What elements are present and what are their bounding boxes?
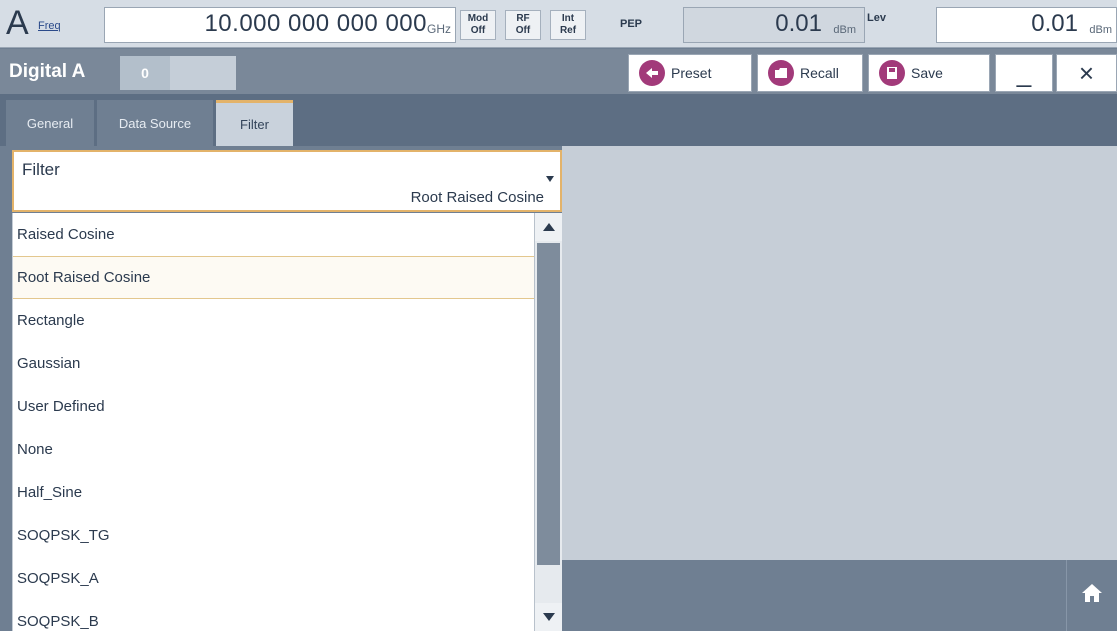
title-field-value[interactable]: 0 (120, 56, 170, 90)
mod-off-badge[interactable]: Mod Off (460, 10, 496, 40)
filter-options-list: Raised Cosine Root Raised Cosine Rectang… (12, 213, 534, 631)
ref-badge-line1: Int (561, 13, 575, 24)
list-item[interactable]: Half_Sine (13, 471, 534, 514)
mod-badge-line1: Mod (467, 13, 489, 24)
preset-button[interactable]: Preset (628, 54, 752, 92)
arrow-up-icon (542, 223, 555, 231)
content-area (562, 146, 1117, 560)
list-item-selected[interactable]: Root Raised Cosine (13, 256, 534, 299)
app-window: A Freq 10.000 000 000 000 GHz Mod Off RF… (0, 0, 1117, 631)
pep-unit: dBm (833, 24, 856, 36)
bottom-bar (562, 560, 1117, 631)
rf-badge-line2: Off (515, 25, 531, 36)
tab-data-source[interactable]: Data Source (97, 100, 213, 146)
list-item[interactable]: SOQPSK_A (13, 557, 534, 600)
rf-off-badge[interactable]: RF Off (505, 10, 541, 40)
preset-label: Preset (671, 65, 712, 81)
frequency-field[interactable]: 10.000 000 000 000 GHz (104, 7, 456, 43)
list-item[interactable]: User Defined (13, 385, 534, 428)
save-icon (879, 60, 905, 86)
list-item[interactable]: SOQPSK_B (13, 600, 534, 631)
arrow-down-icon (542, 613, 555, 621)
list-item[interactable]: Raised Cosine (13, 213, 534, 256)
freq-label-link[interactable]: Freq (38, 20, 61, 32)
chevron-down-icon (546, 176, 554, 182)
rf-badge-line1: RF (516, 13, 530, 24)
pep-label: PEP (620, 18, 643, 30)
minimize-button[interactable]: _ (995, 54, 1053, 92)
recall-icon (768, 60, 794, 86)
save-button[interactable]: Save (868, 54, 990, 92)
level-value: 0.01 (1031, 10, 1078, 37)
scroll-up-button[interactable] (535, 213, 562, 241)
list-item[interactable]: Rectangle (13, 299, 534, 342)
filter-selected-value: Root Raised Cosine (410, 189, 544, 206)
tab-general[interactable]: General (6, 100, 94, 146)
channel-letter: A (6, 4, 29, 42)
int-ref-badge[interactable]: Int Ref (550, 10, 586, 40)
save-label: Save (911, 65, 943, 81)
dialog-title: Digital A (9, 61, 86, 82)
pep-value: 0.01 (775, 10, 822, 37)
frequency-unit: GHz (427, 22, 451, 36)
frequency-value: 10.000 000 000 000 (204, 10, 427, 37)
scroll-thumb[interactable] (537, 243, 560, 565)
mod-badge-line2: Off (470, 25, 486, 36)
tab-filter[interactable]: Filter (216, 100, 293, 146)
lev-label: Lev (867, 12, 886, 24)
status-bar: A Freq 10.000 000 000 000 GHz Mod Off RF… (0, 0, 1117, 48)
preset-icon (639, 60, 665, 86)
home-button[interactable] (1066, 560, 1117, 631)
list-item[interactable]: Gaussian (13, 342, 534, 385)
home-icon (1081, 582, 1103, 609)
pep-display: 0.01 dBm (683, 7, 865, 43)
scroll-down-button[interactable] (535, 603, 562, 631)
recall-label: Recall (800, 65, 839, 81)
level-unit: dBm (1089, 24, 1112, 36)
list-item[interactable]: None (13, 428, 534, 471)
close-button[interactable]: × (1056, 54, 1117, 92)
scrollbar[interactable] (534, 213, 562, 631)
filter-label: Filter (22, 160, 60, 179)
level-field[interactable]: 0.01 dBm (936, 7, 1117, 43)
recall-button[interactable]: Recall (757, 54, 863, 92)
list-item[interactable]: SOQPSK_TG (13, 514, 534, 557)
ref-badge-line2: Ref (559, 25, 577, 36)
filter-select[interactable]: Filter Root Raised Cosine (12, 150, 562, 212)
